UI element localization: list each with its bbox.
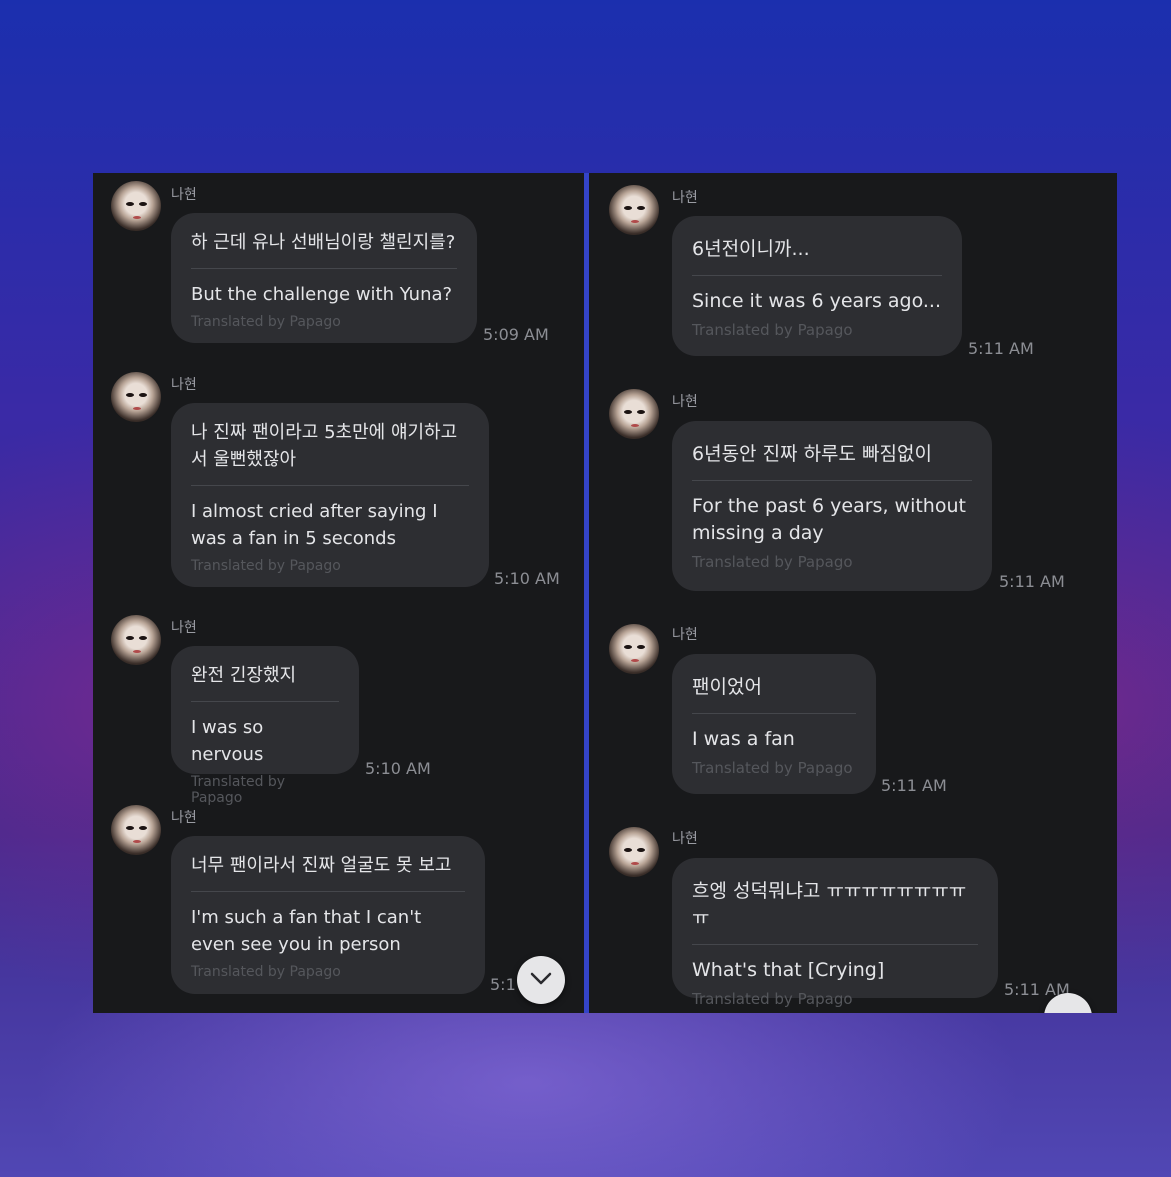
timestamp: 5:09 AM: [483, 325, 549, 344]
divider: [191, 701, 339, 702]
message-bubble[interactable]: 팬이었어 I was a fan Translated by Papago: [672, 654, 876, 794]
translated-text: What's that [Crying]: [692, 959, 885, 981]
message-bubble[interactable]: 흐엥 성덕뭐냐고 ㅠㅠㅠㅠㅠㅠㅠㅠㅠ What's that [Crying] …: [672, 858, 998, 1008]
divider: [692, 713, 856, 714]
message-bubble[interactable]: 하 근데 유나 선배님이랑 챌린지를? But the challenge wi…: [171, 213, 477, 343]
divider: [692, 944, 978, 945]
original-text: 나 진짜 팬이라고 5초만에 얘기하고서 울뻔했잖아: [191, 422, 458, 470]
sender-name: 나현: [672, 627, 698, 643]
message-bubble[interactable]: 너무 팬이라서 진짜 얼굴도 못 보고 I'm such a fan that …: [171, 836, 485, 994]
translation-credit: Translated by Papago: [692, 321, 853, 339]
original-text: 너무 팬이라서 진짜 얼굴도 못 보고: [191, 855, 452, 876]
translated-text: I was a fan: [692, 728, 795, 750]
timestamp: 5:11 AM: [968, 339, 1034, 358]
translation-credit: Translated by Papago: [692, 553, 853, 571]
divider: [191, 268, 457, 269]
message-bubble[interactable]: 6년동안 진짜 하루도 빠짐없이 For the past 6 years, w…: [672, 421, 992, 591]
message-bubble[interactable]: 완전 긴장했지 I was so nervous Translated by P…: [171, 646, 359, 806]
original-text: 팬이었어: [692, 676, 762, 698]
original-text: 완전 긴장했지: [191, 665, 297, 686]
translation-credit: Translated by Papago: [191, 314, 341, 330]
translation-credit: Translated by Papago: [692, 759, 853, 777]
translated-text: I was so nervous: [191, 717, 264, 765]
sender-name: 나현: [672, 190, 698, 206]
avatar[interactable]: [609, 389, 659, 439]
message-bubble[interactable]: 나 진짜 팬이라고 5초만에 얘기하고서 울뻔했잖아 I almost crie…: [171, 403, 489, 587]
message-bubble[interactable]: 6년전이니까... Since it was 6 years ago... Tr…: [672, 216, 962, 356]
avatar[interactable]: [111, 372, 161, 422]
sender-name: 나현: [171, 377, 197, 393]
divider: [191, 485, 469, 486]
sender-name: 나현: [171, 187, 197, 203]
sender-name: 나현: [672, 831, 698, 847]
original-text: 흐엥 성덕뭐냐고 ㅠㅠㅠㅠㅠㅠㅠㅠㅠ: [692, 880, 967, 929]
timestamp: 5:11 AM: [881, 776, 947, 795]
avatar[interactable]: [609, 624, 659, 674]
original-text: 하 근데 유나 선배님이랑 챌린지를?: [191, 232, 456, 253]
translated-text: Since it was 6 years ago...: [692, 290, 942, 312]
translation-credit: Translated by Papago: [191, 964, 341, 980]
sender-name: 나현: [672, 394, 698, 410]
translated-text: For the past 6 years, without missing a …: [692, 495, 966, 544]
avatar[interactable]: [111, 615, 161, 665]
translation-credit: Translated by Papago: [191, 774, 286, 806]
timestamp: 5:10 AM: [494, 569, 560, 588]
avatar[interactable]: [609, 827, 659, 877]
translation-credit: Translated by Papago: [692, 990, 853, 1008]
chat-panel-left[interactable]: 나현 하 근데 유나 선배님이랑 챌린지를? But the challenge…: [93, 173, 584, 1013]
sender-name: 나현: [171, 620, 197, 636]
chat-panel-right[interactable]: 나현 6년전이니까... Since it was 6 years ago...…: [589, 173, 1117, 1013]
timestamp: 5:11 AM: [999, 572, 1065, 591]
scroll-down-button[interactable]: [517, 956, 565, 1004]
original-text: 6년동안 진짜 하루도 빠짐없이: [692, 443, 932, 465]
avatar[interactable]: [609, 185, 659, 235]
translation-credit: Translated by Papago: [191, 558, 341, 574]
translated-text: But the challenge with Yuna?: [191, 284, 453, 305]
avatar[interactable]: [111, 805, 161, 855]
divider: [692, 480, 972, 481]
timestamp: 5:1: [490, 975, 516, 994]
divider: [191, 891, 465, 892]
avatar[interactable]: [111, 181, 161, 231]
timestamp: 5:10 AM: [365, 759, 431, 778]
original-text: 6년전이니까...: [692, 238, 810, 260]
sender-name: 나현: [171, 810, 197, 826]
translated-text: I almost cried after saying I was a fan …: [191, 501, 438, 549]
translated-text: I'm such a fan that I can't even see you…: [191, 907, 422, 955]
divider: [692, 275, 942, 276]
chevron-down-icon: [530, 972, 552, 985]
